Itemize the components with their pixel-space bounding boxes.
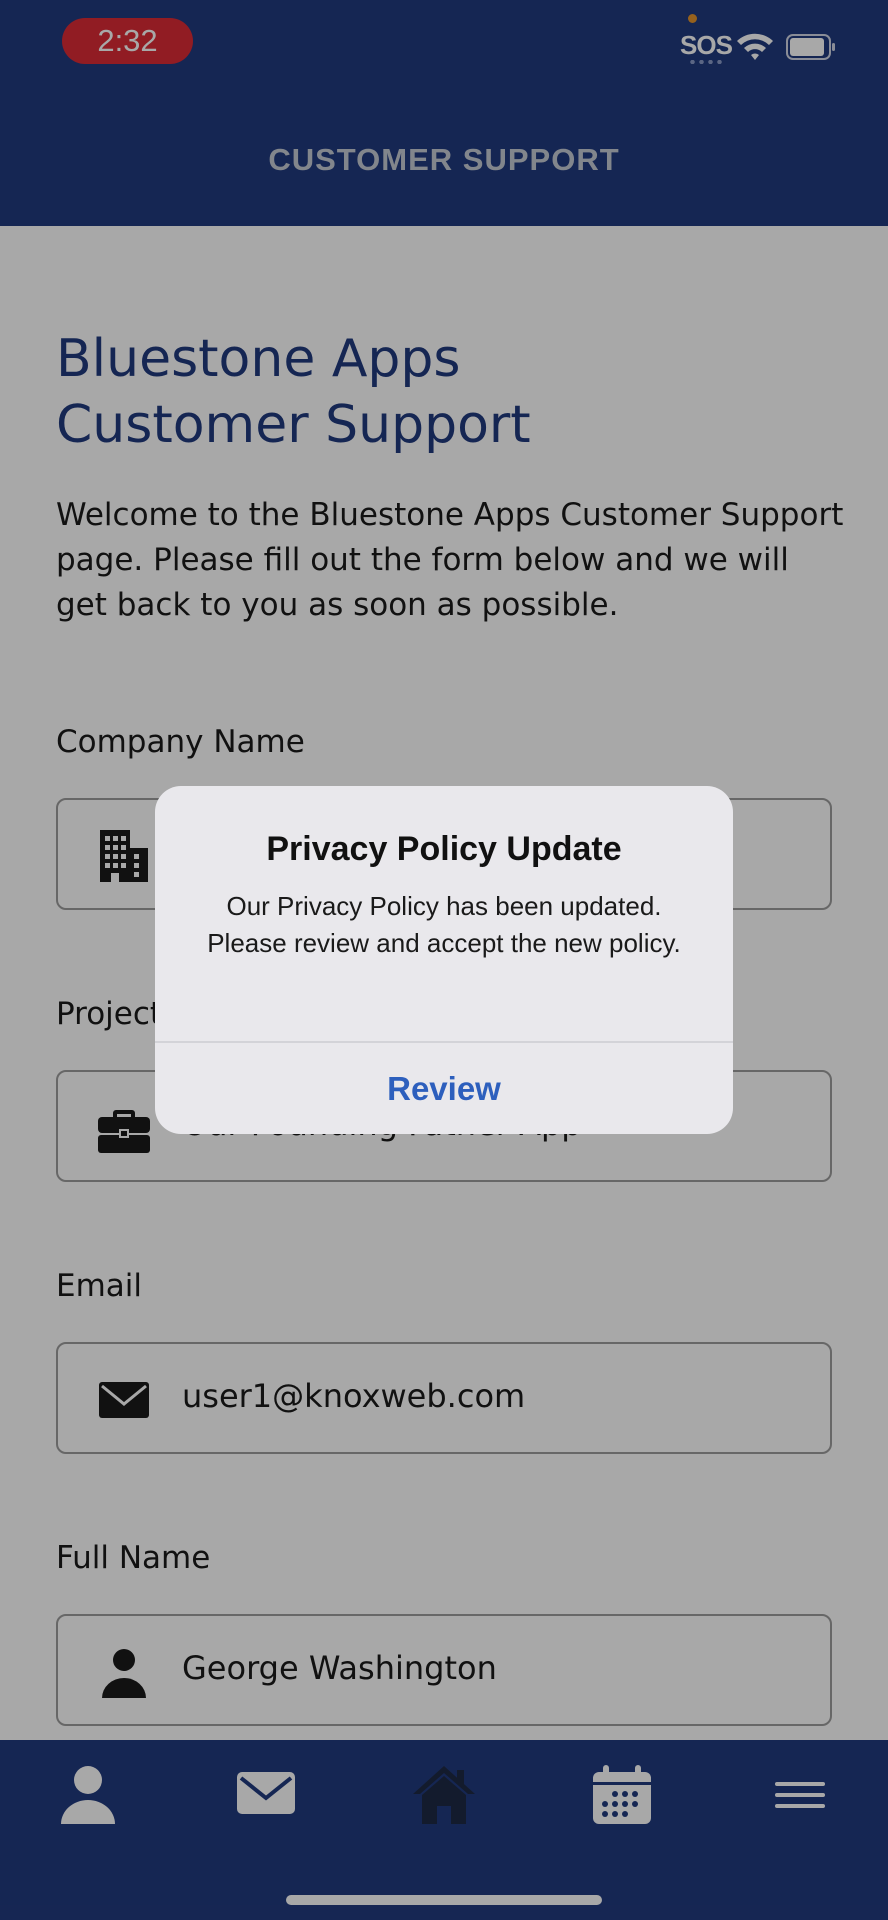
alert-message: Our Privacy Policy has been updated. Ple… xyxy=(207,891,681,958)
privacy-policy-alert: Privacy Policy Update Our Privacy Policy… xyxy=(155,786,733,1134)
alert-title: Privacy Policy Update xyxy=(266,830,622,868)
review-button[interactable]: Review xyxy=(155,1043,733,1134)
